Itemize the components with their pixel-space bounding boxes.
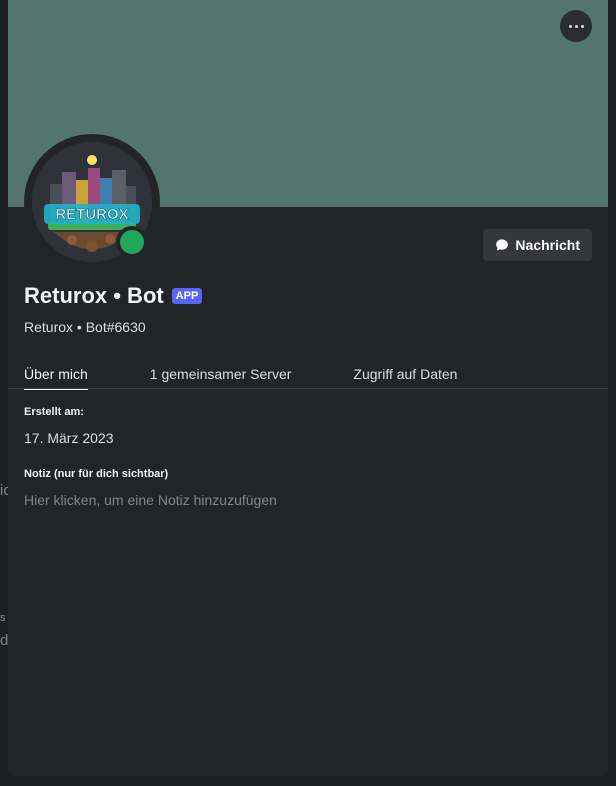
status-indicator (116, 226, 148, 258)
avatar-wrapper: RETUROX (24, 134, 160, 270)
message-button[interactable]: Nachricht (483, 229, 592, 261)
more-options-button[interactable] (560, 10, 592, 42)
user-profile-modal: RETUROX Nachricht Returox • Bot APP Retu… (8, 0, 608, 776)
message-button-label: Nachricht (515, 237, 580, 253)
background-text-fragment: s (0, 612, 6, 624)
more-horizontal-icon (568, 24, 572, 28)
tab-data-access[interactable]: Zugriff auf Daten (353, 366, 457, 390)
tab-mutual-servers[interactable]: 1 gemeinsamer Server (150, 366, 292, 390)
created-at-value: 17. März 2023 (24, 430, 114, 446)
chat-bubble-icon (496, 239, 509, 251)
note-input[interactable]: Hier klicken, um eine Notiz hinzuzufügen (24, 492, 592, 508)
display-name-row: Returox • Bot APP (24, 283, 203, 309)
display-name: Returox • Bot (24, 283, 164, 308)
profile-tabs: Über mich 1 gemeinsamer Server Zugriff a… (24, 366, 457, 390)
svg-text:RETUROX: RETUROX (55, 206, 128, 223)
tabs-divider (8, 388, 608, 389)
online-status-icon (120, 230, 144, 254)
note-title: Notiz (nur für dich sichtbar) (24, 468, 169, 480)
created-at-title: Erstellt am: (24, 406, 84, 418)
username: Returox • Bot#6630 (24, 319, 146, 335)
tab-about-me[interactable]: Über mich (24, 366, 88, 390)
app-badge: APP (171, 288, 203, 304)
